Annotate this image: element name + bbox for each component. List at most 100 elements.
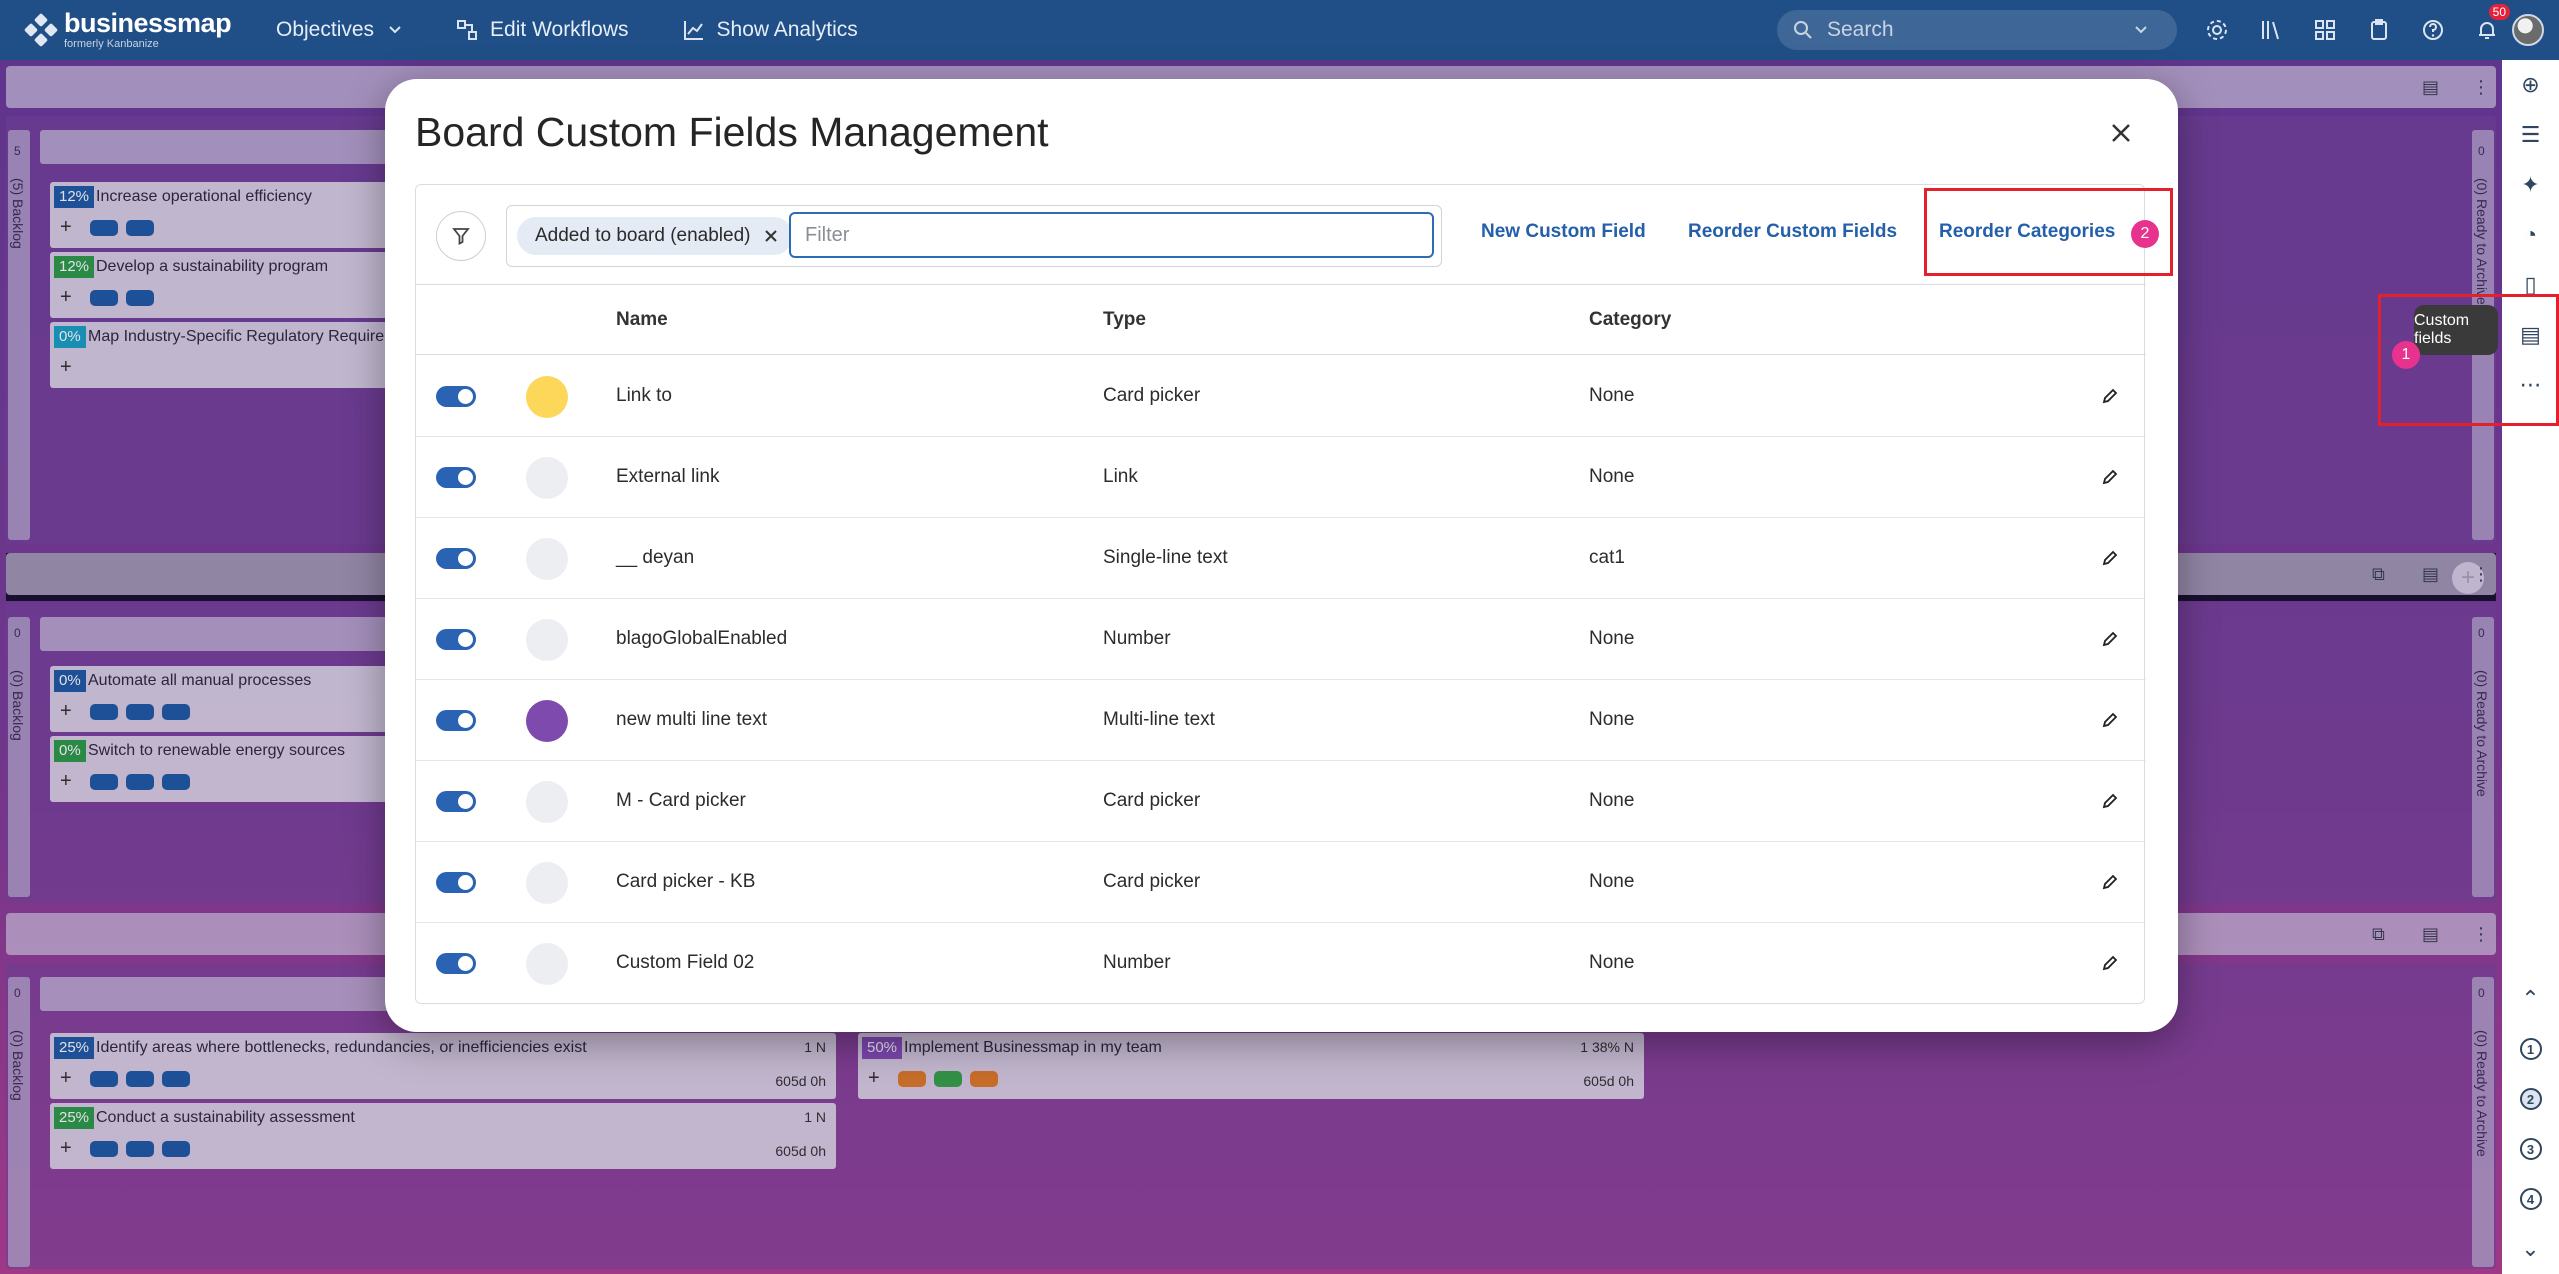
field-type: Number: [1103, 952, 1171, 973]
field-type: Card picker: [1103, 385, 1201, 406]
logo-mark-icon: [23, 12, 59, 48]
edit-pencil-icon[interactable]: [2099, 628, 2121, 650]
custom-fields-panel: Added to board (enabled) New Custom Fiel…: [415, 184, 2146, 1004]
brand-name: businessmap: [64, 8, 232, 38]
column-header-category[interactable]: Category: [1589, 309, 1671, 331]
businessmap-logo[interactable]: businessmap formerly Kanbanize: [23, 8, 276, 50]
nav-show-analytics[interactable]: Show Analytics: [683, 18, 858, 42]
column-header-type[interactable]: Type: [1103, 309, 1146, 331]
filter-chip-label: Added to board (enabled): [535, 225, 751, 246]
edit-pencil-icon[interactable]: [2099, 871, 2121, 893]
field-type: Card picker: [1103, 790, 1201, 811]
funnel-icon: [452, 228, 470, 245]
add-circle-icon[interactable]: ⊕: [2502, 60, 2559, 110]
chevron-up-icon[interactable]: ⌃: [2502, 974, 2559, 1024]
table-row: Link to Card picker None: [416, 356, 2146, 437]
edit-pencil-icon[interactable]: [2099, 709, 2121, 731]
filter-area: Added to board (enabled): [506, 205, 1442, 267]
table-row: External link Link None: [416, 437, 2146, 518]
chevron-down-icon: [389, 26, 401, 34]
enabled-toggle[interactable]: [436, 467, 476, 488]
modal-title: Board Custom Fields Management: [415, 109, 1049, 155]
step-badge: 1: [2392, 341, 2420, 369]
field-type: Card picker: [1103, 871, 1201, 892]
close-icon[interactable]: [761, 226, 781, 246]
table-row: __ deyan Single-line text cat1: [416, 518, 2146, 599]
enabled-toggle[interactable]: [436, 386, 476, 407]
field-type: Link: [1103, 466, 1138, 487]
library-icon[interactable]: [2244, 18, 2298, 42]
notification-count-badge: 50: [2488, 4, 2510, 20]
edit-pencil-icon[interactable]: [2099, 952, 2121, 974]
nav-edit-workflows[interactable]: Edit Workflows: [456, 18, 629, 42]
field-type: Single-line text: [1103, 547, 1228, 568]
new-custom-field-button[interactable]: New Custom Field: [1481, 221, 1646, 243]
filter-chip[interactable]: Added to board (enabled): [517, 217, 793, 255]
table-header: Name Type Category: [416, 285, 2146, 355]
sparkle-ai-icon[interactable]: ✦: [2502, 160, 2559, 210]
field-color-swatch: [526, 781, 568, 823]
enabled-toggle[interactable]: [436, 710, 476, 731]
right-side-rail: ⊕ ☰ ✦ ◔ ▯ ▤ ⋯ ⌃ 1 2 3 4 ⌄: [2502, 60, 2559, 1274]
field-color-swatch: [526, 700, 568, 742]
field-name: new multi line text: [616, 709, 768, 730]
shapes-icon[interactable]: ◔: [2502, 210, 2559, 260]
field-type: Number: [1103, 628, 1171, 649]
level-number: 2: [2519, 1088, 2542, 1110]
level-number: 1: [2519, 1038, 2542, 1060]
close-icon[interactable]: [2103, 115, 2139, 151]
level-number: 4: [2519, 1188, 2542, 1210]
table-row: Custom Field 02 Number None: [416, 923, 2146, 1004]
column-header-name[interactable]: Name: [616, 309, 668, 331]
field-name: Custom Field 02: [616, 952, 755, 973]
enabled-toggle[interactable]: [436, 953, 476, 974]
filter-funnel-button[interactable]: [436, 211, 486, 261]
edit-pencil-icon[interactable]: [2099, 466, 2121, 488]
field-color-swatch: [526, 943, 568, 985]
level-3-button[interactable]: 3: [2502, 1124, 2559, 1174]
workflow-icon: [457, 20, 478, 40]
help-icon[interactable]: [2406, 18, 2460, 42]
global-search-input[interactable]: Search: [1777, 10, 2177, 50]
nav-objectives-label: Objectives: [276, 18, 375, 41]
level-4-button[interactable]: 4: [2502, 1174, 2559, 1224]
field-name: Link to: [616, 385, 672, 406]
settings-gear-icon[interactable]: [2190, 18, 2244, 42]
edit-pencil-icon[interactable]: [2099, 547, 2121, 569]
table-row: M - Card picker Card picker None: [416, 761, 2146, 842]
enabled-toggle[interactable]: [436, 548, 476, 569]
modal-toolbar: Added to board (enabled) New Custom Fiel…: [416, 185, 2146, 285]
field-name: blagoGlobalEnabled: [616, 628, 788, 649]
field-category: None: [1589, 628, 1635, 649]
enabled-toggle[interactable]: [436, 791, 476, 812]
table-row: new multi line text Multi-line text None: [416, 680, 2146, 761]
clipboard-icon[interactable]: [2352, 18, 2406, 42]
filter-lines-icon[interactable]: ☰: [2502, 110, 2559, 160]
field-category: None: [1589, 871, 1635, 892]
notifications-bell-icon[interactable]: 50: [2460, 4, 2514, 42]
enabled-toggle[interactable]: [436, 872, 476, 893]
step-badge: 2: [2131, 220, 2159, 248]
chevron-down-icon[interactable]: [2133, 22, 2149, 38]
nav-objectives[interactable]: Objectives: [276, 18, 402, 42]
filter-input[interactable]: [789, 212, 1434, 258]
edit-pencil-icon[interactable]: [2099, 385, 2121, 407]
field-color-swatch: [526, 862, 568, 904]
enabled-toggle[interactable]: [436, 629, 476, 650]
custom-fields-modal: Board Custom Fields Management Added to …: [385, 79, 2178, 1032]
level-1-button[interactable]: 1: [2502, 1024, 2559, 1074]
user-avatar[interactable]: [2512, 14, 2544, 46]
field-name: Card picker - KB: [616, 871, 756, 892]
level-2-button[interactable]: 2: [2502, 1074, 2559, 1124]
field-color-swatch: [526, 457, 568, 499]
field-name: External link: [616, 466, 720, 487]
field-color-swatch: [526, 619, 568, 661]
edit-pencil-icon[interactable]: [2099, 790, 2121, 812]
reorder-custom-fields-button[interactable]: Reorder Custom Fields: [1688, 221, 1897, 243]
field-name: __ deyan: [616, 547, 695, 568]
dashboard-grid-icon[interactable]: [2298, 18, 2352, 42]
chevron-down-icon[interactable]: ⌄: [2502, 1224, 2559, 1274]
field-category: None: [1589, 790, 1635, 811]
search-icon: [1794, 21, 1812, 39]
field-category: None: [1589, 385, 1635, 406]
